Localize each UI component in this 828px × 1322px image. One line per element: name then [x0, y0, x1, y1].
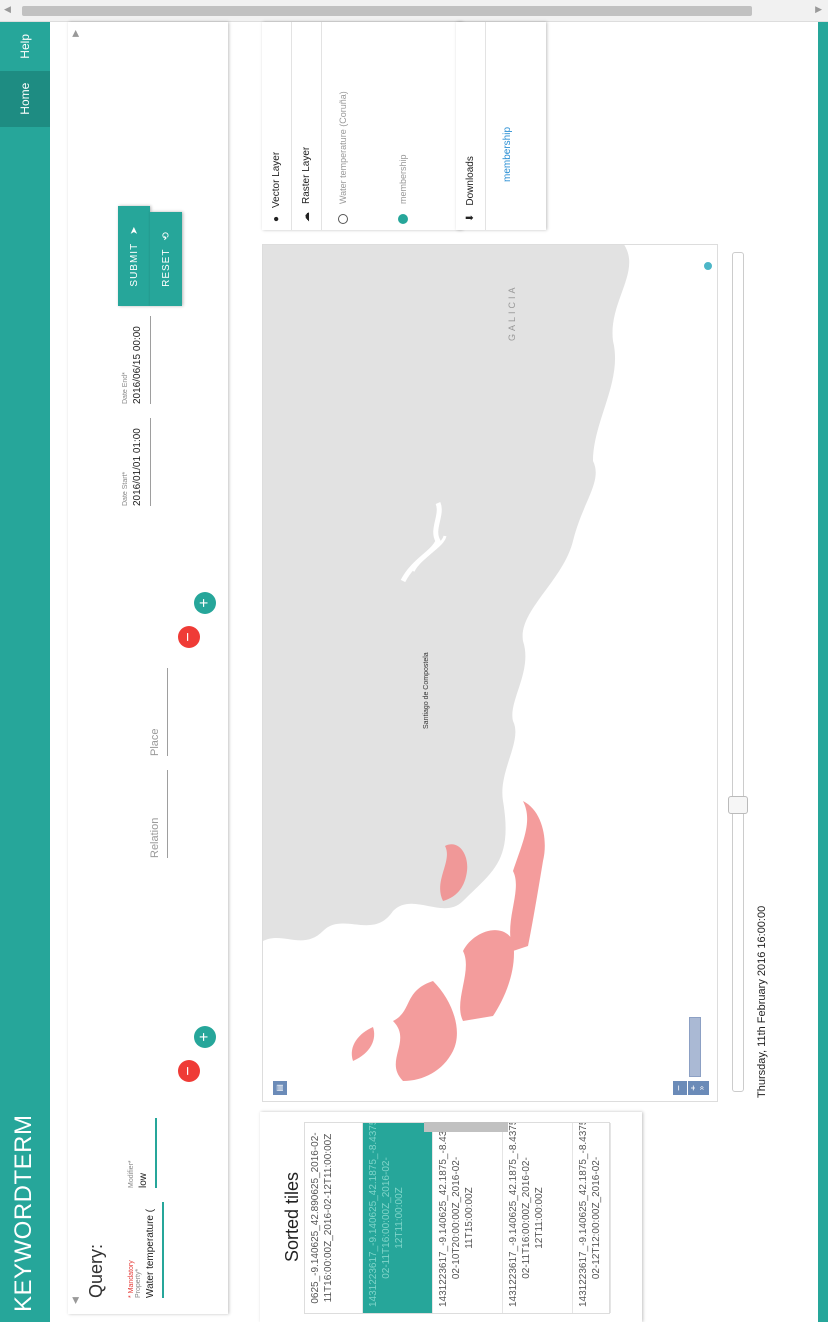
remove-keyword-button[interactable]: −	[178, 1060, 200, 1082]
vector-marker-icon: ●	[271, 215, 282, 222]
inlet-line	[411, 535, 447, 572]
layer-option-label: membership	[398, 154, 408, 204]
scale-bar	[689, 1017, 701, 1077]
modifier-label: Modifier*	[128, 1160, 135, 1188]
brand-logo[interactable]: KEYWORDTERM	[10, 1115, 38, 1313]
sorted-tiles-title: Sorted tiles	[282, 1171, 302, 1263]
map-view[interactable]: Santiago de Compostela GALICIA + − ▤ »	[262, 244, 718, 1102]
radio-unchecked[interactable]	[338, 214, 348, 224]
layer-option-water-temperature[interactable]: Water temperature (Coruña)	[338, 22, 348, 230]
layer-switcher-icon[interactable]: ▤	[273, 1081, 287, 1095]
submit-label: SUBMIT	[128, 242, 140, 287]
tile-row[interactable]: 0625_-9.140625_42.890625_2016-02-11T16:0…	[305, 1123, 363, 1313]
inlet-line	[400, 502, 442, 583]
raster-layer-row[interactable]: ☁ Raster Layer	[292, 22, 322, 230]
relation-field[interactable]: Relation	[146, 770, 168, 858]
vector-layer-label: Vector Layer	[271, 151, 282, 208]
relation-input[interactable]: Relation	[146, 770, 168, 858]
property-label: * Mandatory	[128, 1260, 135, 1298]
add-relation-button[interactable]: +	[194, 592, 216, 614]
expand-icon[interactable]: »	[695, 1081, 709, 1095]
tile-row-selected[interactable]: 1431223617_-9.140625_42.1875_-8.4375_42.…	[363, 1123, 433, 1313]
scroll-right-icon[interactable]: ▶	[70, 30, 84, 37]
layers-panel: ● Vector Layer ☁ Raster Layer Water temp…	[262, 22, 462, 230]
property-input[interactable]: Water temperature (	[142, 1202, 164, 1298]
date-end-field[interactable]: Date End* 2016/06/15 00:00	[122, 316, 151, 404]
reset-clock-icon: ⟲	[160, 231, 172, 241]
remove-relation-button[interactable]: −	[178, 626, 200, 648]
scroll-left-icon[interactable]: ◀	[70, 1297, 84, 1304]
screen: ◀ ▶ KEYWORDTERM Home Help ◀ ▶ Query: * M…	[0, 0, 828, 1322]
scrollbar-thumb[interactable]	[22, 6, 752, 16]
tiles-list[interactable]: 0625_-9.140625_42.890625_2016-02-11T16:0…	[304, 1122, 611, 1314]
date-start-label: Date Start*	[122, 471, 129, 506]
place-field[interactable]: Place	[146, 668, 168, 756]
scroll-right-icon[interactable]: ▶	[815, 4, 822, 15]
submit-button[interactable]: SUBMIT ➤	[118, 206, 150, 306]
navbar: KEYWORDTERM Home Help	[0, 22, 50, 1322]
property-field[interactable]: * Mandatory Property* Water temperature …	[128, 1202, 164, 1298]
app-rotated-view: KEYWORDTERM Home Help ◀ ▶ Query: * Manda…	[0, 22, 828, 1322]
place-input[interactable]: Place	[146, 668, 168, 756]
date-end-input[interactable]: 2016/06/15 00:00	[129, 316, 151, 404]
time-slider-caption: Thursday, 11th February 2016 16:00:00	[756, 905, 768, 1098]
layer-option-membership[interactable]: membership	[398, 22, 408, 230]
browser-horizontal-scrollbar[interactable]: ◀ ▶	[0, 0, 828, 22]
reset-label: RESET	[160, 248, 172, 287]
vector-layer-row[interactable]: ● Vector Layer	[262, 22, 292, 230]
edge-strip	[818, 22, 828, 1322]
location-dot-icon[interactable]	[703, 261, 713, 271]
time-slider-handle[interactable]	[728, 796, 748, 814]
modifier-input[interactable]: low	[135, 1118, 157, 1188]
scroll-left-icon[interactable]: ◀	[4, 4, 11, 15]
layer-option-label: Water temperature (Coruña)	[338, 91, 348, 204]
sorted-tiles-panel: Sorted tiles 0625_-9.140625_42.890625_20…	[260, 1112, 642, 1322]
modifier-field[interactable]: Modifier* low	[128, 1118, 157, 1188]
reset-button[interactable]: RESET ⟲	[150, 212, 182, 306]
tiles-scrollbar[interactable]	[304, 1120, 610, 1132]
map-canvas	[263, 244, 718, 1101]
download-membership-link[interactable]: membership	[502, 127, 513, 182]
submit-arrow-icon: ➤	[128, 225, 140, 235]
nav-home[interactable]: Home	[0, 70, 50, 127]
tile-row[interactable]: 1431223617_-9.140625_42.1875_-8.4375_42.…	[573, 1123, 611, 1313]
radio-checked[interactable]	[398, 214, 408, 224]
downloads-header: ⬇ Downloads	[456, 22, 486, 230]
nav-help[interactable]: Help	[0, 22, 50, 71]
zoom-out-button[interactable]: −	[673, 1081, 687, 1095]
add-keyword-button[interactable]: +	[194, 1026, 216, 1048]
cloud-icon: ☁	[301, 212, 312, 222]
tile-row[interactable]: 1431223617_-9.140625_42.1875_-8.4375_42.…	[503, 1123, 573, 1313]
downloads-panel: ⬇ Downloads membership	[456, 22, 546, 230]
date-end-label: Date End*	[122, 372, 129, 404]
query-title: Query:	[86, 1243, 106, 1298]
city-label: Santiago de Compostela	[423, 652, 430, 729]
tiles-scrollbar-thumb[interactable]	[424, 1122, 508, 1132]
date-start-input[interactable]: 2016/01/01 01:00	[129, 418, 151, 506]
date-start-field[interactable]: Date Start* 2016/01/01 01:00	[122, 418, 151, 506]
raster-layer-label: Raster Layer	[301, 146, 312, 204]
query-scrollbar[interactable]: ◀ ▶	[70, 22, 84, 1314]
time-slider-track[interactable]	[732, 252, 744, 1092]
downloads-title: Downloads	[465, 156, 476, 206]
tile-row[interactable]: 1431223617_-9.140625_42.1875_-8.4375_42.…	[433, 1123, 503, 1313]
download-icon: ⬇	[465, 213, 476, 222]
region-label: GALICIA	[507, 284, 517, 341]
